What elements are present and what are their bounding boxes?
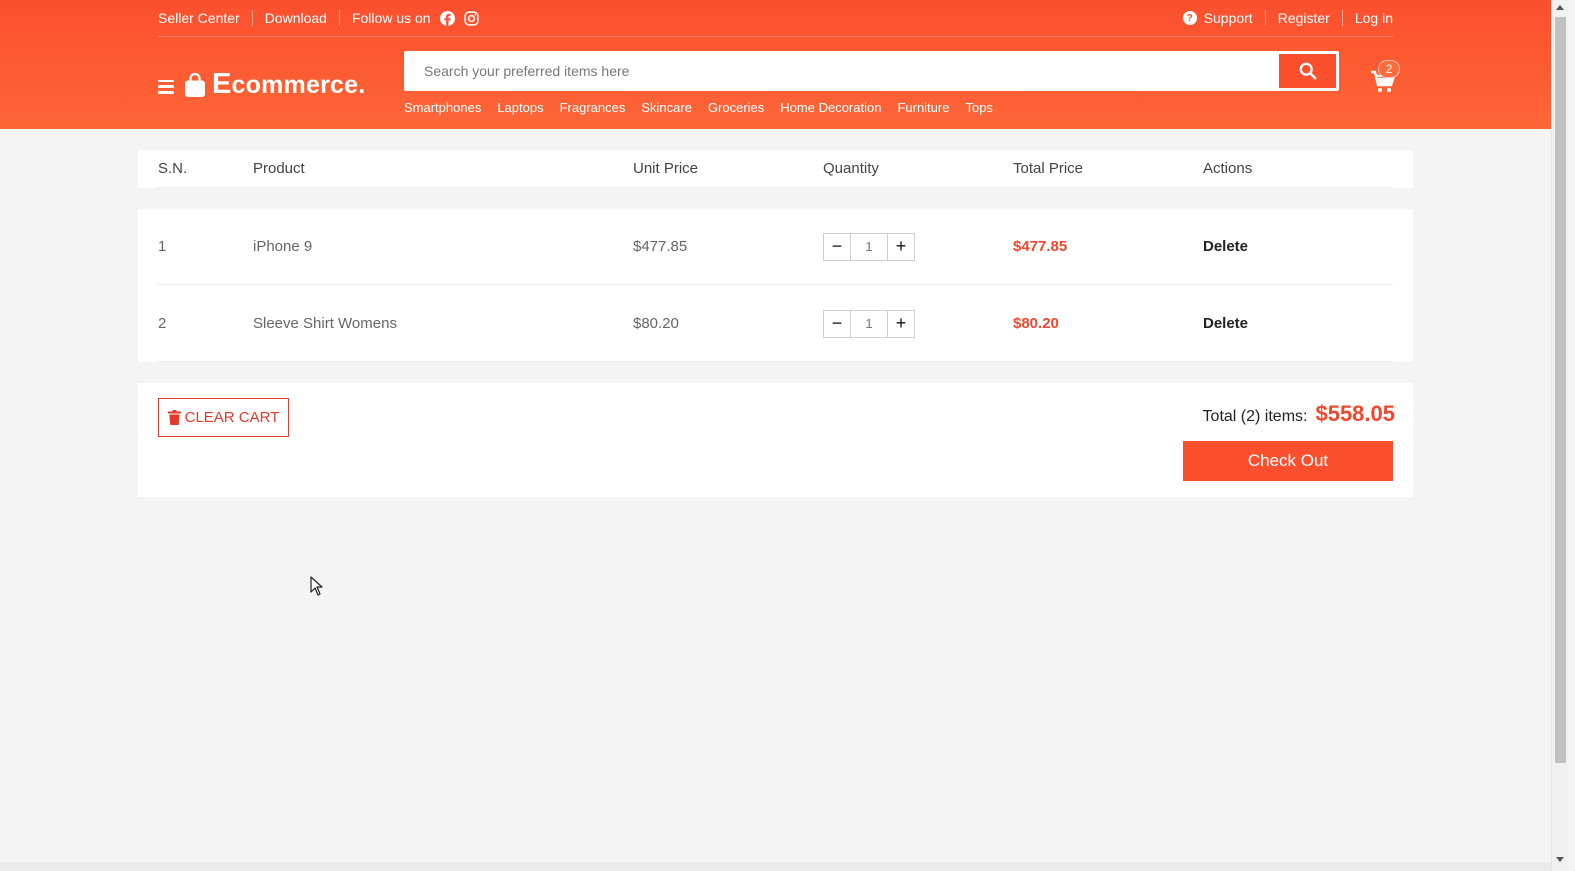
divider	[251, 10, 253, 26]
search-icon	[1299, 62, 1316, 80]
row-sn: 2	[158, 315, 167, 332]
total-items-label: Total (2) items:	[1202, 408, 1308, 425]
row-unit-price: $477.85	[633, 238, 688, 255]
scrollbar-thumb[interactable]	[1555, 17, 1566, 763]
cart-summary: CLEAR CART Total (2) items: $558.05 Chec…	[138, 383, 1413, 497]
quantity-stepper: − 1 +	[823, 309, 1013, 338]
search-button[interactable]	[1279, 54, 1336, 88]
row-total-price: $80.20	[1013, 315, 1059, 332]
category-link-furniture[interactable]: Furniture	[897, 100, 949, 115]
mouse-cursor-icon	[310, 576, 323, 596]
cart-total: Total (2) items: $558.05	[1203, 401, 1395, 427]
search-input[interactable]	[407, 54, 1279, 88]
delete-button[interactable]: Delete	[1203, 238, 1248, 255]
header-sn: S.N.	[158, 160, 188, 177]
cart-table-body: 1 iPhone 9 $477.85 − 1 + $477.85 Delete …	[138, 209, 1413, 362]
clear-cart-button[interactable]: CLEAR CART	[158, 398, 289, 437]
cart-count-badge: 2	[1378, 60, 1400, 78]
download-link[interactable]: Download	[265, 10, 327, 26]
divider	[1264, 10, 1266, 26]
header-quantity: Quantity	[823, 160, 879, 177]
top-bar-left: Seller Center Download Follow us on	[158, 10, 479, 26]
increase-quantity-button[interactable]: +	[887, 309, 915, 338]
register-link[interactable]: Register	[1278, 10, 1330, 26]
login-link[interactable]: Log in	[1355, 10, 1393, 26]
trash-icon	[167, 410, 181, 425]
clear-cart-label: CLEAR CART	[184, 409, 280, 426]
divider	[1341, 10, 1343, 26]
row-product-name: iPhone 9	[253, 238, 313, 255]
divider	[338, 10, 340, 26]
row-sn: 1	[158, 238, 167, 255]
cart-button[interactable]: 2	[1368, 60, 1402, 96]
category-nav: Smartphones Laptops Fragrances Skincare …	[404, 100, 1009, 115]
quantity-stepper: − 1 +	[823, 232, 1013, 261]
vertical-scrollbar[interactable]	[1551, 0, 1568, 871]
category-link-home-decoration[interactable]: Home Decoration	[780, 100, 881, 115]
row-unit-price: $80.20	[633, 315, 679, 332]
row-product-name: Sleeve Shirt Womens	[253, 315, 397, 332]
question-circle-icon: ?	[1182, 11, 1197, 25]
category-link-fragrances[interactable]: Fragrances	[560, 100, 626, 115]
support-link[interactable]: Support	[1204, 10, 1253, 26]
top-bar: Seller Center Download Follow us on ? Su…	[158, 0, 1393, 37]
quantity-value[interactable]: 1	[851, 232, 887, 261]
header-unit-price: Unit Price	[633, 160, 699, 177]
delete-button[interactable]: Delete	[1203, 315, 1248, 332]
cart-table-header: S.N. Product Unit Price Quantity Total P…	[138, 150, 1413, 188]
scroll-down-icon[interactable]	[1556, 857, 1564, 862]
shopping-bag-icon	[185, 72, 205, 97]
category-link-smartphones[interactable]: Smartphones	[404, 100, 481, 115]
follow-us-label: Follow us on	[351, 10, 431, 26]
category-link-tops[interactable]: Tops	[965, 100, 992, 115]
seller-center-link[interactable]: Seller Center	[158, 10, 240, 26]
category-link-skincare[interactable]: Skincare	[641, 100, 692, 115]
horizontal-scrollbar[interactable]	[0, 862, 1551, 871]
table-row: 1 iPhone 9 $477.85 − 1 + $477.85 Delete	[158, 209, 1393, 285]
site-header: Seller Center Download Follow us on ? Su…	[0, 0, 1551, 129]
brand: Ecommerce.	[158, 68, 365, 101]
search-bar	[404, 51, 1339, 91]
top-bar-right: ? Support Register Log in	[1182, 10, 1393, 26]
header-product: Product	[253, 160, 305, 177]
quantity-value[interactable]: 1	[851, 309, 887, 338]
checkout-button[interactable]: Check Out	[1183, 441, 1393, 481]
hamburger-icon[interactable]	[158, 79, 174, 94]
decrease-quantity-button[interactable]: −	[823, 309, 851, 338]
logo-text[interactable]: Ecommerce.	[212, 68, 365, 101]
total-amount: $558.05	[1315, 401, 1395, 426]
increase-quantity-button[interactable]: +	[887, 232, 915, 261]
instagram-icon[interactable]	[463, 10, 479, 26]
scroll-up-icon[interactable]	[1556, 5, 1564, 10]
decrease-quantity-button[interactable]: −	[823, 232, 851, 261]
row-total-price: $477.85	[1013, 238, 1068, 255]
header-total-price: Total Price	[1013, 160, 1084, 177]
category-link-groceries[interactable]: Groceries	[708, 100, 764, 115]
header-actions: Actions	[1203, 160, 1253, 177]
table-row: 2 Sleeve Shirt Womens $80.20 − 1 + $80.2…	[158, 286, 1393, 362]
facebook-icon[interactable]	[439, 10, 455, 26]
category-link-laptops[interactable]: Laptops	[497, 100, 543, 115]
